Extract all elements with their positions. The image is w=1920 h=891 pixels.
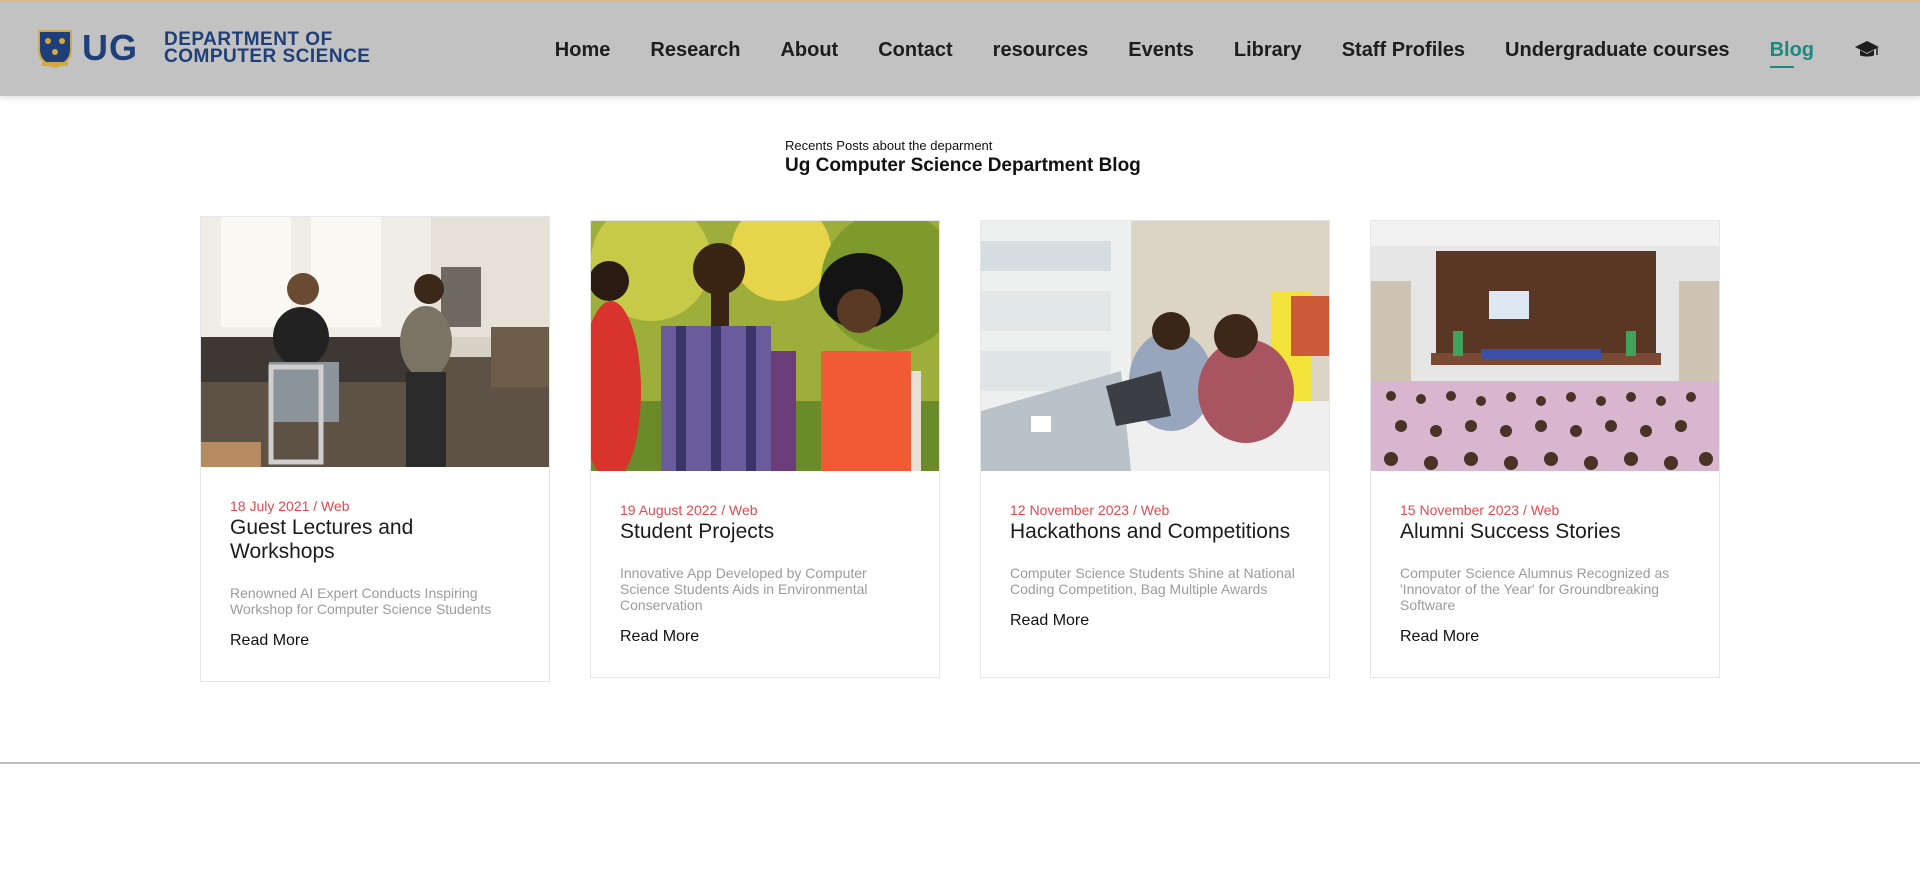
nav-home[interactable]: Home [555,39,611,62]
nav-about[interactable]: About [780,39,838,62]
nav-blog[interactable]: Blog [1769,39,1814,68]
footer-divider [0,762,1920,764]
post-card[interactable]: 12 November 2023 / Web Hackathons and Co… [980,220,1330,678]
site-logo[interactable]: UG DEPARTMENT OF COMPUTER SCIENCE [36,28,370,68]
nav-events[interactable]: Events [1128,39,1194,62]
nav-resources[interactable]: resources [993,39,1089,62]
department-name: DEPARTMENT OF COMPUTER SCIENCE [164,30,371,67]
site-header: UG DEPARTMENT OF COMPUTER SCIENCE Home R… [0,0,1920,96]
post-date-category: 19 August 2022 / Web [620,502,758,518]
post-excerpt: Computer Science Alumnus Recognized as '… [1400,565,1670,613]
read-more-link[interactable]: Read More [1400,628,1479,646]
graduation-cap-icon[interactable] [1854,40,1880,60]
post-date-category: 15 November 2023 / Web [1400,502,1560,518]
post-title[interactable]: Guest Lectures and Workshops [230,516,520,564]
read-more-link[interactable]: Read More [1010,612,1089,630]
post-card[interactable]: 15 November 2023 / Web Alumni Success St… [1370,220,1720,678]
post-title[interactable]: Student Projects [620,520,910,544]
main-nav: Home Research About Contact resources Ev… [515,2,1880,98]
nav-staff-profiles[interactable]: Staff Profiles [1342,39,1465,62]
post-image-auditorium[interactable] [1371,221,1719,471]
post-image-laptop-pair[interactable] [981,221,1329,471]
nav-undergraduate-courses[interactable]: Undergraduate courses [1505,39,1730,62]
department-name-line-2: COMPUTER SCIENCE [164,46,371,67]
post-date-category: 18 July 2021 / Web [230,498,350,514]
nav-contact[interactable]: Contact [878,39,952,62]
post-excerpt: Innovative App Developed by Computer Sci… [620,565,868,613]
post-title[interactable]: Hackathons and Competitions [1010,520,1300,544]
post-image-meeting[interactable] [201,217,549,467]
post-excerpt: Computer Science Students Shine at Natio… [1010,565,1295,597]
post-card[interactable]: 19 August 2022 / Web Student Projects In… [590,220,940,678]
crest-icon [38,30,72,68]
read-more-link[interactable]: Read More [620,628,699,646]
blog-intro: Recents Posts about the deparment Ug Com… [785,138,1141,177]
post-title[interactable]: Alumni Success Stories [1400,520,1690,544]
post-card[interactable]: 18 July 2021 / Web Guest Lectures and Wo… [200,216,550,682]
logo-wordmark: UG [82,27,138,68]
post-excerpt: Renowned AI Expert Conducts Inspiring Wo… [230,585,492,617]
blog-title: Ug Computer Science Department Blog [785,155,1141,176]
blog-subtitle: Recents Posts about the deparment [785,138,993,153]
nav-library[interactable]: Library [1234,39,1302,62]
nav-research[interactable]: Research [650,39,740,62]
post-date-category: 12 November 2023 / Web [1010,502,1170,518]
read-more-link[interactable]: Read More [230,632,309,650]
post-image-students-outdoors[interactable] [591,221,939,471]
